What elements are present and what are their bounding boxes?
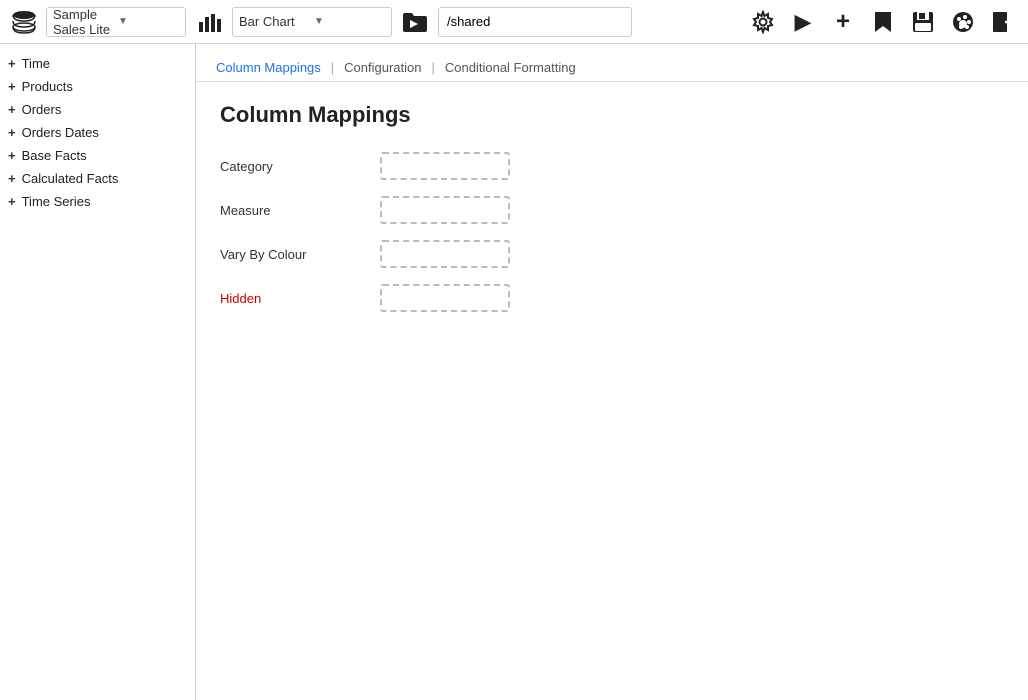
chart-type-icon[interactable] <box>192 5 226 39</box>
subnav-separator: | <box>426 60 441 75</box>
sidebar-item-label: Time <box>22 56 50 71</box>
sidebar-item-label: Orders <box>22 102 62 117</box>
sidebar-item-label: Base Facts <box>22 148 87 163</box>
palette-button[interactable] <box>946 5 980 39</box>
drop-target-hidden[interactable] <box>380 284 510 312</box>
expand-icon: + <box>8 102 16 117</box>
sidebar-item-calculated-facts[interactable]: + Calculated Facts <box>0 167 195 190</box>
drop-target-category[interactable] <box>380 152 510 180</box>
save-button[interactable] <box>906 5 940 39</box>
expand-icon: + <box>8 148 16 163</box>
field-row-vary-by-colour: Vary By Colour <box>220 240 1004 268</box>
sidebar-item-label: Orders Dates <box>22 125 99 140</box>
field-label-measure: Measure <box>220 203 380 218</box>
expand-icon: + <box>8 171 16 186</box>
chart-arrow: ▼ <box>314 16 385 27</box>
db-arrow: ▼ <box>118 16 179 27</box>
drop-target-vary-by-colour[interactable] <box>380 240 510 268</box>
sidebar-item-label: Products <box>22 79 73 94</box>
export-button[interactable] <box>986 5 1020 39</box>
settings-button[interactable] <box>746 5 780 39</box>
field-label-vary-by-colour: Vary By Colour <box>220 247 380 262</box>
expand-icon: + <box>8 79 16 94</box>
subnav-conditional-formatting[interactable]: Conditional Formatting <box>441 54 580 81</box>
field-row-hidden: Hidden <box>220 284 1004 312</box>
add-button[interactable]: + <box>826 5 860 39</box>
expand-icon: + <box>8 56 16 71</box>
db-icon <box>8 6 40 38</box>
page-content: Column Mappings Category Measure Vary By C… <box>196 82 1028 700</box>
sidebar-item-time-series[interactable]: + Time Series <box>0 190 195 213</box>
chart-type-label: Bar Chart <box>239 14 310 29</box>
path-input[interactable] <box>438 7 632 37</box>
main-layout: + Time + Products + Orders + Orders Dates + Base … <box>0 44 1028 700</box>
subnav-column-mappings[interactable]: Column Mappings <box>212 54 325 81</box>
field-label-hidden: Hidden <box>220 291 380 306</box>
page-title: Column Mappings <box>220 102 1004 128</box>
subnav: Column Mappings|Configuration|Conditiona… <box>196 44 1028 82</box>
fields-container: Category Measure Vary By Colour Hidden <box>220 152 1004 312</box>
bookmark-button[interactable] <box>866 5 900 39</box>
run-button[interactable]: ▶ <box>786 5 820 39</box>
subnav-separator: | <box>325 60 340 75</box>
field-row-measure: Measure <box>220 196 1004 224</box>
sidebar-item-label: Calculated Facts <box>22 171 119 186</box>
expand-icon: + <box>8 125 16 140</box>
content-area: Column Mappings|Configuration|Conditiona… <box>196 44 1028 700</box>
subnav-configuration[interactable]: Configuration <box>340 54 425 81</box>
chart-selector[interactable]: Bar Chart ▼ <box>232 7 392 37</box>
sidebar-item-label: Time Series <box>22 194 91 209</box>
drop-target-measure[interactable] <box>380 196 510 224</box>
sidebar-item-base-facts[interactable]: + Base Facts <box>0 144 195 167</box>
expand-icon: + <box>8 194 16 209</box>
sidebar-item-orders-dates[interactable]: + Orders Dates <box>0 121 195 144</box>
toolbar: Sample Sales Lite ▼ Bar Chart ▼ ▶ + <box>0 0 1028 44</box>
folder-icon[interactable] <box>398 5 432 39</box>
db-selector[interactable]: Sample Sales Lite ▼ <box>46 7 186 37</box>
sidebar-item-time[interactable]: + Time <box>0 52 195 75</box>
sidebar-item-orders[interactable]: + Orders <box>0 98 195 121</box>
sidebar: + Time + Products + Orders + Orders Dates + Base … <box>0 44 196 700</box>
db-name: Sample Sales Lite <box>53 7 114 37</box>
field-label-category: Category <box>220 159 380 174</box>
field-row-category: Category <box>220 152 1004 180</box>
sidebar-item-products[interactable]: + Products <box>0 75 195 98</box>
